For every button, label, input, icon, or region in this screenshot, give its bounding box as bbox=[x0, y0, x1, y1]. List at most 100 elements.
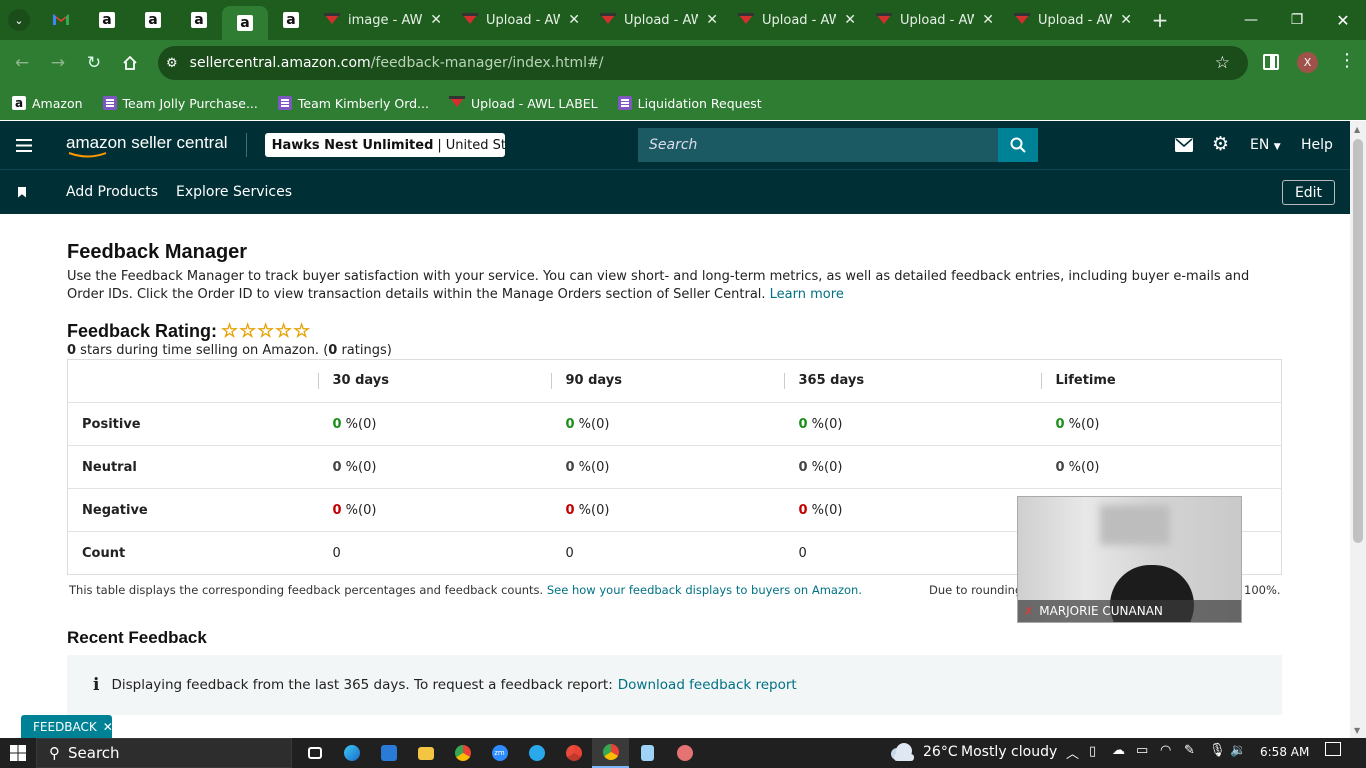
tab-awl-image[interactable]: image - AWL ✕ bbox=[314, 0, 452, 40]
speaker-icon[interactable]: 🔉 bbox=[1230, 743, 1246, 758]
taskbar-zoom[interactable]: zm bbox=[481, 738, 518, 768]
microphone-icon[interactable]: 🎙 bbox=[1209, 743, 1226, 758]
tab-amazon-5[interactable]: a bbox=[268, 0, 314, 40]
video-call-overlay[interactable]: ✗ MARJORIE CUNANAN bbox=[1017, 496, 1242, 623]
cell-value: 0 bbox=[798, 502, 808, 518]
help-link[interactable]: Help bbox=[1301, 137, 1333, 153]
taskbar-notepad[interactable] bbox=[629, 738, 666, 768]
search-input[interactable]: Search bbox=[638, 128, 998, 162]
taskbar-edge[interactable] bbox=[333, 738, 370, 768]
tab-amazon-active[interactable]: a bbox=[222, 6, 268, 40]
close-window-button[interactable]: ✕ bbox=[1320, 0, 1366, 40]
close-icon[interactable]: ✕ bbox=[982, 12, 994, 28]
bookmark-amazon[interactable]: a Amazon bbox=[12, 96, 83, 111]
tab-search-button[interactable]: ⌄ bbox=[0, 0, 38, 40]
feedback-display-link[interactable]: See how your feedback displays to buyers… bbox=[547, 583, 862, 597]
rating-title: Feedback Rating: bbox=[67, 321, 218, 341]
clock[interactable]: 6:58 AM bbox=[1260, 745, 1309, 759]
tab-amazon-1[interactable]: a bbox=[84, 0, 130, 40]
meet-icon[interactable]: ▯ bbox=[1089, 744, 1096, 759]
onedrive-icon[interactable]: ☁ bbox=[1112, 743, 1125, 758]
notifications-icon[interactable] bbox=[1325, 742, 1341, 756]
close-icon[interactable]: ✕ bbox=[844, 12, 856, 28]
weather-temp[interactable]: 26°C bbox=[923, 744, 958, 760]
scroll-thumb[interactable] bbox=[1353, 139, 1363, 543]
wifi-icon[interactable]: ◠ bbox=[1160, 743, 1171, 758]
taskbar-search[interactable]: ⚲ Search bbox=[36, 738, 292, 768]
scroll-up-icon[interactable]: ▲ bbox=[1354, 125, 1360, 134]
tab-amazon-2[interactable]: a bbox=[130, 0, 176, 40]
forward-button[interactable]: → bbox=[40, 45, 76, 81]
weather-text[interactable]: Mostly cloudy bbox=[961, 744, 1057, 760]
scroll-down-icon[interactable]: ▼ bbox=[1354, 726, 1360, 735]
taskbar-chrome-2[interactable] bbox=[555, 738, 592, 768]
close-icon[interactable]: ✕ bbox=[1120, 12, 1132, 28]
tab-amazon-3[interactable]: a bbox=[176, 0, 222, 40]
back-button[interactable]: ← bbox=[4, 45, 40, 81]
nav-explore-services[interactable]: Explore Services bbox=[176, 184, 292, 200]
close-icon[interactable]: ✕ bbox=[706, 12, 718, 28]
start-button[interactable] bbox=[0, 738, 36, 768]
bookmark-team-jolly[interactable]: Team Jolly Purchase... bbox=[102, 96, 258, 111]
cell-value: 0 bbox=[565, 416, 575, 432]
feedback-tab[interactable]: FEEDBACK ✕ bbox=[21, 715, 113, 738]
store-selector[interactable]: Hawks Nest Unlimited|United Sta... bbox=[264, 133, 505, 157]
taskbar-explorer[interactable] bbox=[407, 738, 444, 768]
tab-awl-upload[interactable]: Upload - AW ✕ bbox=[1004, 0, 1142, 40]
home-button[interactable] bbox=[112, 45, 148, 81]
tab-gmail[interactable] bbox=[38, 0, 84, 40]
battery-icon[interactable]: ▭ bbox=[1136, 743, 1148, 758]
bookmark-icon[interactable] bbox=[18, 186, 26, 198]
column-lifetime: Lifetime bbox=[1040, 373, 1116, 389]
cell-value: 0 bbox=[1055, 459, 1065, 475]
address-bar[interactable]: ⚙ sellercentral.amazon.com/feedback-mana… bbox=[158, 46, 1248, 80]
seller-central-logo[interactable]: amazon seller central bbox=[66, 133, 228, 158]
tab-awl-upload[interactable]: Upload - AW ✕ bbox=[452, 0, 590, 40]
taskbar-telegram[interactable] bbox=[518, 738, 555, 768]
taskbar-store[interactable] bbox=[370, 738, 407, 768]
seller-central-subnav: Add Products Explore Services Edit bbox=[0, 169, 1350, 214]
restore-button[interactable]: ❐ bbox=[1274, 0, 1320, 40]
minimize-button[interactable]: — bbox=[1228, 0, 1274, 40]
edit-button[interactable]: Edit bbox=[1282, 180, 1335, 205]
bookmark-liquidation[interactable]: Liquidation Request bbox=[617, 96, 762, 111]
url-domain: sellercentral.amazon.com bbox=[189, 55, 371, 71]
learn-more-link[interactable]: Learn more bbox=[770, 287, 844, 302]
tab-awl-upload[interactable]: Upload - AW ✕ bbox=[728, 0, 866, 40]
language-label: EN bbox=[1250, 137, 1270, 153]
gear-icon[interactable]: ⚙ bbox=[1212, 133, 1229, 155]
reload-button[interactable]: ↻ bbox=[76, 45, 112, 81]
nav-add-products[interactable]: Add Products bbox=[66, 184, 158, 200]
close-icon[interactable]: ✕ bbox=[568, 12, 580, 28]
new-tab-button[interactable]: + bbox=[1142, 0, 1178, 40]
side-panel-icon[interactable] bbox=[1263, 54, 1279, 70]
taskbar-chrome-active[interactable] bbox=[592, 738, 629, 768]
awl-icon bbox=[324, 13, 340, 27]
profile-avatar[interactable]: X bbox=[1297, 52, 1318, 73]
bookmark-team-kimberly[interactable]: Team Kimberly Ord... bbox=[277, 96, 429, 111]
gmail-icon bbox=[53, 13, 69, 27]
hamburger-menu-button[interactable] bbox=[0, 138, 48, 152]
taskbar-chrome[interactable] bbox=[444, 738, 481, 768]
awl-icon bbox=[876, 13, 892, 27]
tab-awl-upload[interactable]: Upload - AW ✕ bbox=[866, 0, 1004, 40]
search-button[interactable] bbox=[998, 128, 1038, 162]
chevron-up-icon[interactable]: ︿ bbox=[1066, 743, 1079, 762]
pen-icon[interactable]: ✎ bbox=[1184, 743, 1195, 758]
close-icon[interactable]: ✕ bbox=[430, 12, 442, 28]
page-scrollbar[interactable]: ▲ ▼ bbox=[1350, 121, 1366, 738]
task-view-button[interactable] bbox=[296, 738, 333, 768]
bookmark-upload-awl[interactable]: Upload - AWL LABEL bbox=[448, 96, 598, 111]
cell-suffix: %(0) bbox=[574, 502, 610, 518]
bookmark-star-icon[interactable]: ☆ bbox=[1215, 53, 1230, 73]
close-icon[interactable]: ✕ bbox=[103, 720, 113, 734]
list-icon bbox=[617, 96, 632, 110]
mail-icon[interactable] bbox=[1175, 137, 1193, 156]
download-report-link[interactable]: Download feedback report bbox=[618, 677, 797, 693]
tab-awl-upload[interactable]: Upload - AW ✕ bbox=[590, 0, 728, 40]
language-selector[interactable]: EN ▼ bbox=[1250, 137, 1281, 153]
taskbar-app[interactable] bbox=[666, 738, 703, 768]
site-info-icon[interactable]: ⚙ bbox=[166, 56, 178, 71]
participant-name-bar: ✗ MARJORIE CUNANAN bbox=[1018, 600, 1241, 622]
menu-dots-icon[interactable]: ⋮ bbox=[1338, 50, 1356, 71]
